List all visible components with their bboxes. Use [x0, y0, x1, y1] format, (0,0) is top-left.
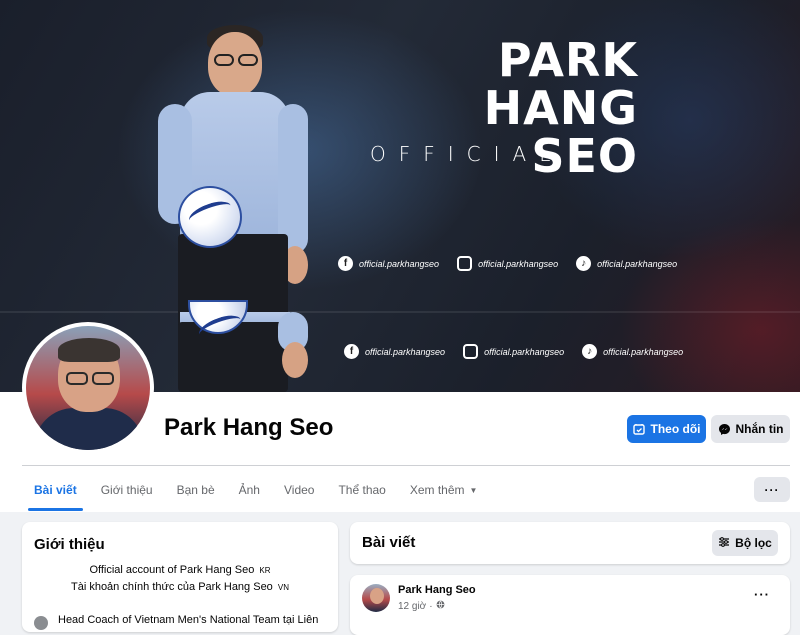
social-facebook: f official.parkhangseo: [338, 256, 439, 271]
tab-about[interactable]: Giới thiệu: [89, 470, 165, 510]
social-instagram: official.parkhangseo: [457, 256, 558, 271]
social-tiktok-lower: ♪ official.parkhangseo: [582, 344, 683, 359]
social-instagram-lower: official.parkhangseo: [463, 344, 564, 359]
football: [178, 186, 242, 248]
cover-social-row: f official.parkhangseo official.parkhang…: [338, 256, 695, 271]
post-time[interactable]: 12 giờ: [398, 601, 426, 612]
facebook-icon: f: [344, 344, 359, 359]
tiktok-icon: ♪: [576, 256, 592, 271]
tab-photos[interactable]: Ảnh: [227, 470, 272, 510]
follow-icon: [633, 423, 646, 436]
header-divider: [22, 465, 790, 466]
messenger-icon: [718, 423, 731, 436]
posts-header-card: Bài viết Bộ lọc: [350, 522, 790, 564]
more-options-button[interactable]: ···: [754, 477, 790, 502]
caret-down-icon: ▼: [469, 485, 478, 495]
tab-see-more-label: Xem thêm: [409, 483, 465, 497]
tab-friends[interactable]: Bạn bè: [165, 470, 227, 510]
globe-icon: [436, 600, 445, 612]
intro-title: Giới thiệu: [34, 536, 105, 553]
social-tiktok: ♪ official.parkhangseo: [576, 256, 677, 271]
profile-avatar[interactable]: [22, 322, 154, 454]
profile-name: Park Hang Seo: [164, 414, 334, 441]
cover-divider: [0, 311, 800, 313]
tab-see-more[interactable]: Xem thêm ▼: [398, 470, 490, 510]
profile-tabs: Bài viết Giới thiệu Bạn bè Ảnh Video Thể…: [22, 470, 490, 511]
follow-button[interactable]: Theo dõi: [627, 415, 706, 443]
tiktok-icon: ♪: [582, 344, 598, 359]
cover-social-row-lower: f official.parkhangseo official.parkhang…: [344, 344, 701, 359]
posts-title: Bài viết: [362, 534, 416, 551]
filter-button[interactable]: Bộ lọc: [712, 530, 778, 556]
facebook-icon: f: [338, 256, 353, 271]
instagram-icon: [457, 256, 473, 271]
social-facebook-lower: f official.parkhangseo: [344, 344, 445, 359]
tab-posts[interactable]: Bài viết: [22, 470, 89, 511]
post-author-name[interactable]: Park Hang Seo: [398, 584, 476, 596]
filter-icon: [718, 536, 730, 551]
instagram-icon: [463, 344, 479, 359]
cover-person-figure: [150, 20, 320, 334]
post-options-button[interactable]: ···: [754, 587, 770, 602]
message-button[interactable]: Nhắn tin: [711, 415, 790, 443]
intro-card: Giới thiệu Official account of Park Hang…: [22, 522, 338, 632]
avatar-image: [26, 326, 150, 450]
cover-subtitle: OFFICIAL: [370, 142, 564, 166]
intro-bio: Official account of Park Hang Seo KR Tài…: [70, 564, 289, 593]
tab-videos[interactable]: Video: [272, 470, 326, 510]
post-meta: 12 giờ ·: [398, 600, 445, 612]
intro-detail-row: Head Coach of Vietnam Men's National Tea…: [34, 614, 318, 630]
flag-kr: KR: [259, 566, 271, 575]
tab-sports[interactable]: Thể thao: [326, 470, 397, 510]
flag-vn: VN: [277, 583, 289, 592]
info-icon: [34, 616, 48, 630]
post-card: Park Hang Seo 12 giờ · ···: [350, 575, 790, 635]
post-author-avatar[interactable]: [362, 584, 390, 612]
